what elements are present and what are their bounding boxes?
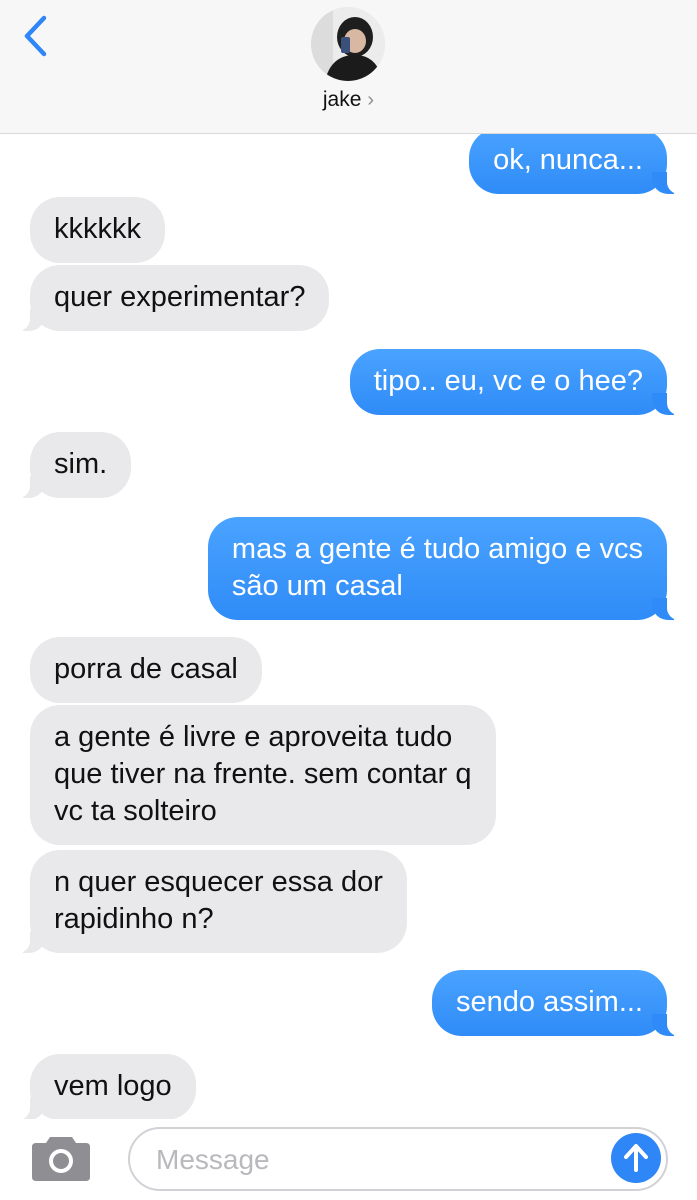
message-text: vem logo — [54, 1070, 172, 1102]
send-button[interactable] — [611, 1133, 661, 1183]
received-message[interactable]: n quer esquecer essa dor rapidinho n? — [16, 850, 407, 953]
message-text: ok, nunca... — [493, 144, 643, 176]
camera-button[interactable] — [30, 1133, 92, 1183]
contact-name: jake — [322, 88, 362, 111]
message-text-line: vc ta solteiro — [54, 795, 217, 827]
conversation-header: jake › — [0, 0, 697, 134]
chevron-right-icon: › — [367, 89, 375, 111]
received-message[interactable]: sim. — [15, 432, 132, 498]
chevron-left-icon — [24, 15, 47, 57]
avatar[interactable] — [311, 7, 385, 81]
received-message[interactable]: quer experimentar? — [15, 265, 330, 331]
sent-message[interactable]: ok, nunca... — [469, 134, 681, 194]
message-text-line: mas a gente é tudo amigo e vcs — [231, 533, 643, 565]
message-text: porra de casal — [54, 653, 238, 685]
sent-message[interactable]: sendo assim... — [432, 970, 681, 1036]
message-input[interactable] — [154, 1137, 598, 1183]
message-text: quer experimentar? — [54, 281, 306, 313]
message-text-line: a gente é livre e aproveita tudo — [54, 721, 453, 753]
contact-name-button[interactable]: jake › — [0, 88, 697, 112]
received-message[interactable]: kkkkkk — [30, 197, 165, 263]
arrow-up-icon — [624, 1144, 648, 1172]
message-composer — [0, 1119, 697, 1200]
message-text: tipo.. eu, vc e o hee? — [373, 365, 643, 397]
message-text-line: são um casal — [231, 570, 403, 602]
back-button[interactable] — [18, 14, 58, 58]
message-text-line: n quer esquecer essa dor — [54, 866, 383, 898]
received-message[interactable]: a gente é livre e aproveita tudo que tiv… — [30, 705, 496, 845]
sent-message[interactable]: mas a gente é tudo amigo e vcs são um ca… — [207, 517, 682, 620]
camera-icon — [32, 1137, 90, 1181]
contact-photo — [311, 7, 385, 81]
message-text-line: rapidinho n? — [54, 903, 214, 935]
message-text: sendo assim... — [456, 986, 643, 1018]
received-message[interactable]: porra de casal — [30, 637, 262, 703]
message-text: kkkkkk — [54, 213, 141, 245]
message-thread[interactable]: ok, nunca... kkkkkk quer experimentar? t… — [0, 134, 697, 1119]
message-text: sim. — [54, 448, 108, 480]
received-message[interactable]: vem logo — [16, 1054, 196, 1119]
message-input-field[interactable] — [128, 1127, 668, 1191]
sent-message[interactable]: tipo.. eu, vc e o hee? — [349, 349, 682, 415]
message-text-line: que tiver na frente. sem contar q — [54, 758, 472, 790]
